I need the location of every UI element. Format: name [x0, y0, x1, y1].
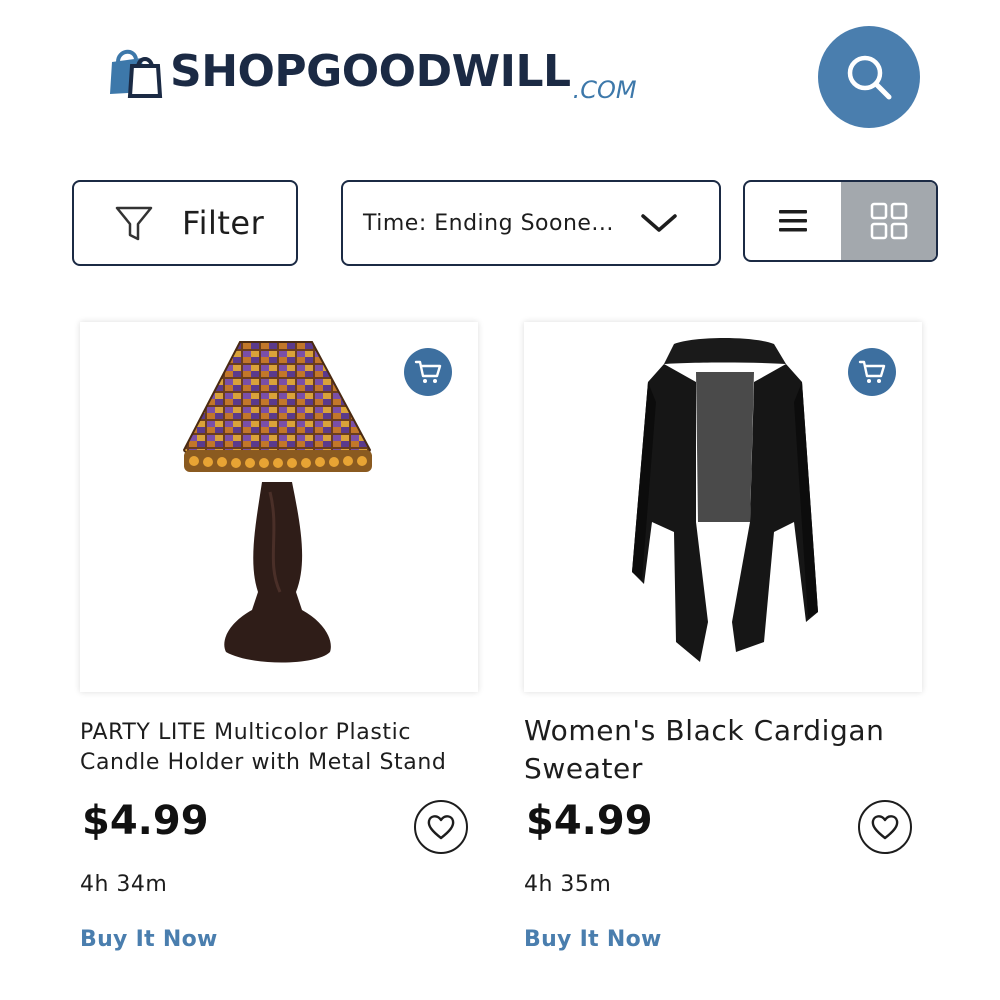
product-price: $4.99 — [82, 798, 209, 844]
time-remaining: 4h 34m — [80, 872, 168, 897]
product-title[interactable]: Women's Black Cardigan Sweater — [524, 712, 922, 798]
time-remaining: 4h 35m — [524, 872, 612, 897]
add-to-cart-button[interactable] — [848, 348, 896, 396]
add-to-cart-button[interactable] — [404, 348, 452, 396]
funnel-icon — [115, 206, 153, 241]
product-title[interactable]: PARTY LITE Multicolor Plastic Candle Hol… — [80, 718, 478, 798]
site-logo[interactable]: SHOPGOODWILL .COM — [108, 44, 637, 104]
list-view-button[interactable] — [745, 182, 841, 260]
buy-it-now-link[interactable]: Buy It Now — [80, 927, 478, 952]
grid-view-button[interactable] — [841, 182, 936, 260]
shopping-bag-logo-icon — [108, 44, 164, 100]
product-image[interactable] — [80, 322, 478, 692]
grid-view-icon — [870, 202, 907, 240]
product-card[interactable]: PARTY LITE Multicolor Plastic Candle Hol… — [80, 322, 478, 952]
view-toggle — [743, 180, 938, 262]
sort-selected-value: Time: Ending Soone... — [363, 210, 614, 236]
favorite-button[interactable] — [858, 800, 912, 854]
buy-it-now-link[interactable]: Buy It Now — [524, 927, 922, 952]
cart-icon — [414, 360, 442, 383]
product-price: $4.99 — [526, 798, 653, 844]
product-card[interactable]: Women's Black Cardigan Sweater $4.99 4h … — [524, 322, 922, 952]
heart-icon — [871, 815, 899, 840]
cart-icon — [858, 360, 886, 383]
product-image[interactable] — [524, 322, 922, 692]
heart-icon — [427, 815, 455, 840]
filter-label: Filter — [182, 204, 265, 242]
chevron-down-icon — [641, 214, 677, 232]
search-icon — [847, 55, 892, 100]
filter-button[interactable]: Filter — [72, 180, 298, 266]
logo-domain-suffix: .COM — [572, 76, 637, 104]
list-view-icon — [779, 210, 807, 232]
search-button[interactable] — [818, 26, 920, 128]
favorite-button[interactable] — [414, 800, 468, 854]
sort-dropdown[interactable]: Time: Ending Soone... — [341, 180, 721, 266]
logo-wordmark: SHOPGOODWILL — [170, 46, 571, 97]
